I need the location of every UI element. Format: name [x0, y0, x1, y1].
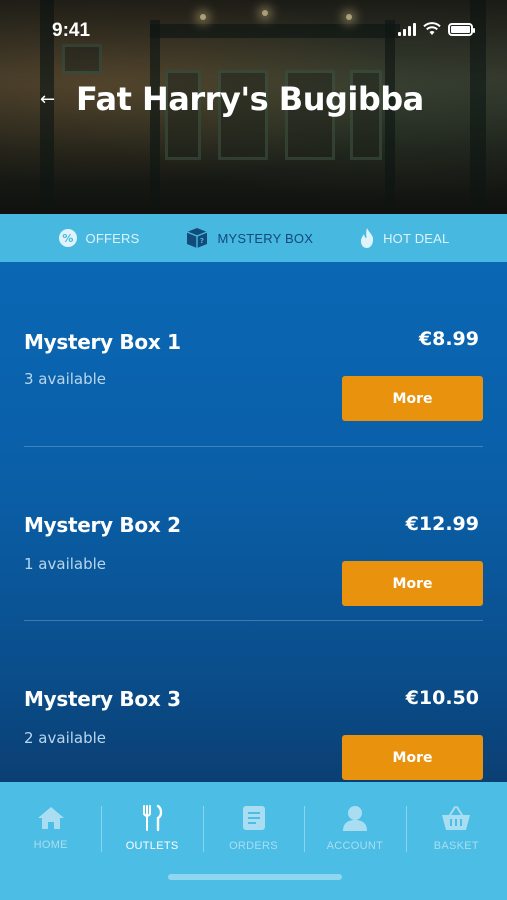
status-time: 9:41 [52, 20, 91, 41]
nav-orders[interactable]: ORDERS [202, 804, 304, 852]
orders-list-icon [242, 806, 265, 830]
item-availability: 2 available [24, 729, 107, 747]
list-item: Mystery Box 3 2 available €10.50 More [24, 621, 483, 782]
nav-label: HOME [33, 839, 68, 851]
svg-text:%: % [62, 232, 73, 245]
header-title-row: ← Fat Harry's Bugibba [40, 80, 424, 118]
user-icon [342, 806, 367, 831]
tab-hot-deal[interactable]: HOT DEAL [359, 227, 449, 249]
page-title: Fat Harry's Bugibba [76, 80, 424, 118]
offers-badge-icon: % [58, 229, 77, 247]
tab-label: HOT DEAL [383, 230, 450, 246]
basket-icon [442, 806, 471, 830]
item-price: €8.99 [418, 328, 479, 350]
list-item: Mystery Box 1 3 available €8.99 More [24, 262, 483, 447]
svg-text:?: ? [200, 237, 204, 245]
mystery-box-list: Mystery Box 1 3 available €8.99 More Mys… [0, 262, 507, 782]
cellular-signal-icon [398, 22, 416, 36]
more-button[interactable]: More [342, 376, 483, 421]
status-icons [398, 22, 475, 36]
item-availability: 1 available [24, 555, 107, 573]
nav-label: ACCOUNT [326, 840, 384, 852]
nav-account[interactable]: ACCOUNT [304, 804, 405, 852]
back-arrow-icon[interactable]: ← [40, 89, 60, 110]
status-bar: 9:41 [0, 18, 507, 46]
home-icon [37, 807, 64, 829]
nav-basket[interactable]: BASKET [405, 804, 507, 852]
fork-knife-icon [143, 804, 163, 832]
item-price: €10.50 [405, 687, 479, 709]
bottom-navigation: HOME OUTLETS ORDERS ACCOUNT BASKET [0, 782, 507, 900]
nav-outlets[interactable]: OUTLETS [101, 804, 202, 852]
item-name: Mystery Box 1 [24, 330, 181, 354]
list-item: Mystery Box 2 1 available €12.99 More [24, 447, 483, 621]
category-tabs: % OFFERS ? MYSTERY BOX HOT DEAL [0, 214, 507, 262]
flame-icon [361, 228, 374, 248]
item-name: Mystery Box 3 [24, 687, 181, 711]
tab-offers[interactable]: % OFFERS [58, 228, 140, 248]
tab-label: OFFERS [85, 230, 140, 246]
home-indicator[interactable] [168, 874, 342, 880]
nav-home[interactable]: HOME [0, 805, 101, 851]
tab-label: MYSTERY BOX [217, 230, 314, 246]
nav-label: ORDERS [229, 840, 278, 852]
mystery-box-icon: ? [187, 228, 208, 248]
item-price: €12.99 [405, 513, 479, 535]
more-button[interactable]: More [342, 561, 483, 606]
more-button[interactable]: More [342, 735, 483, 780]
item-name: Mystery Box 2 [24, 513, 181, 537]
item-availability: 3 available [24, 370, 107, 388]
tab-mystery-box[interactable]: ? MYSTERY BOX [185, 227, 313, 249]
nav-label: BASKET [433, 840, 479, 852]
wifi-icon [423, 22, 441, 35]
battery-icon [448, 23, 475, 36]
nav-label: OUTLETS [125, 840, 179, 852]
